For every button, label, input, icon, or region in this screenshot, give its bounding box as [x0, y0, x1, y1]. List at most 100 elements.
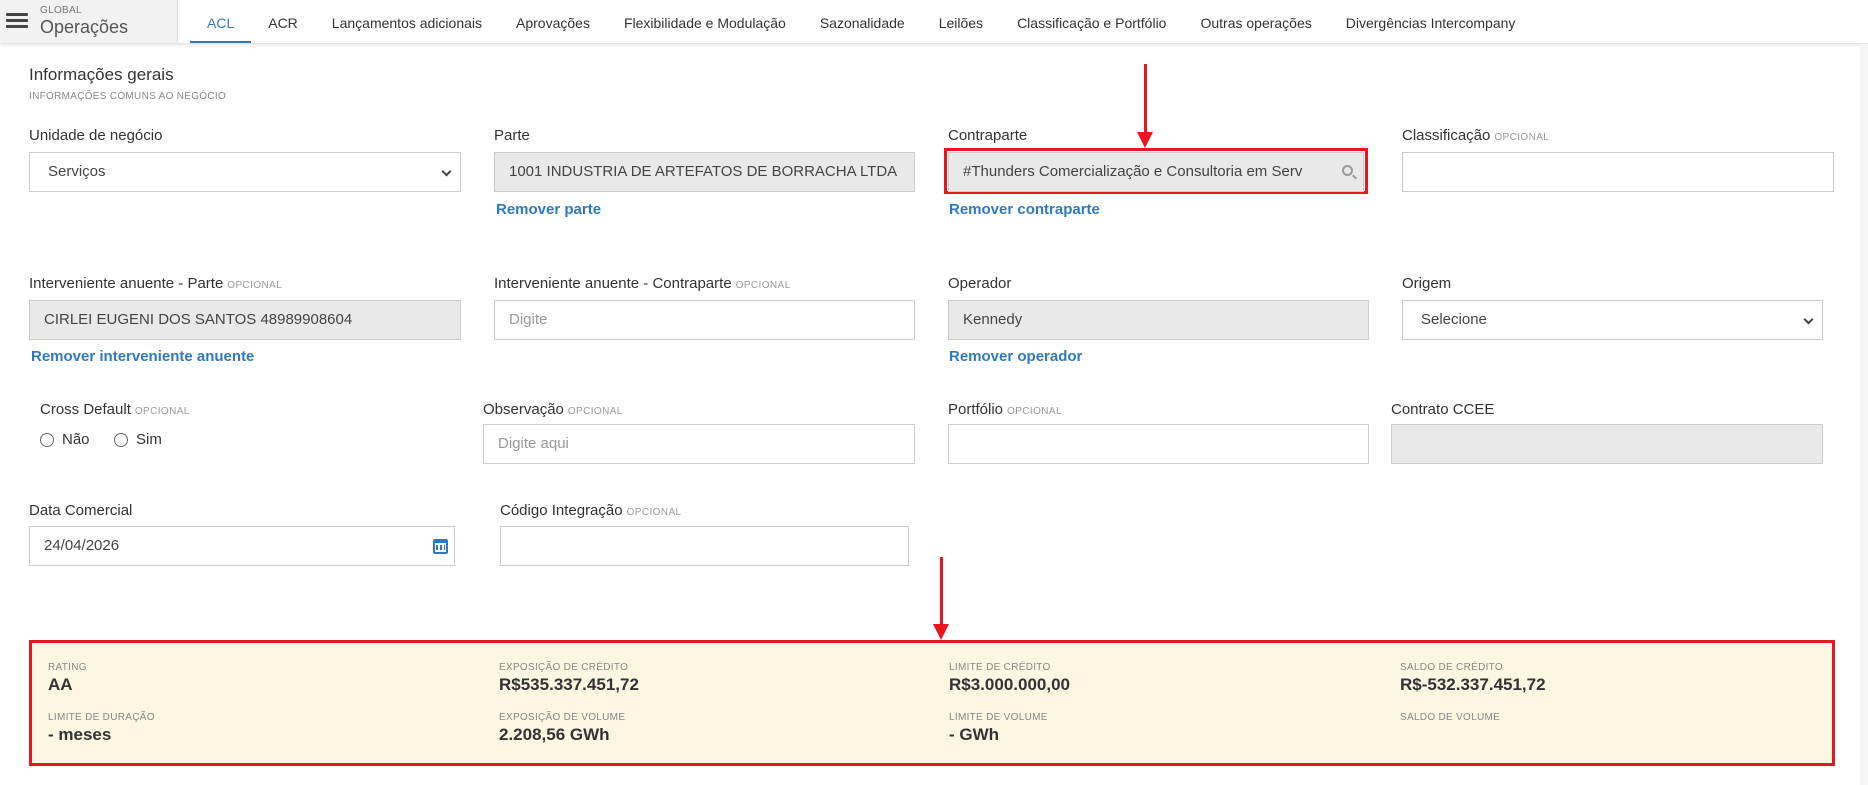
contraparte-value: #Thunders Comercialização e Consultoria … — [963, 163, 1303, 180]
data-comercial-label: Data Comercial — [29, 502, 133, 519]
parte-label: Parte — [494, 127, 530, 144]
limite-credito-label: LIMITE DE CRÉDITO — [949, 662, 1051, 673]
contraparte-label: Contraparte — [948, 127, 1028, 144]
portfolio-label: Portfólio OPCIONAL — [948, 401, 1062, 418]
interv-parte-value: CIRLEI EUGENI DOS SANTOS 48989908604 — [44, 311, 353, 328]
limite-volume-value: - GWh — [949, 725, 1000, 744]
cross-default-no-option[interactable]: Não — [40, 431, 90, 448]
optional-tag: OPCIONAL — [626, 507, 682, 518]
chevron-down-icon — [441, 166, 452, 177]
tab-aprovacoes[interactable]: Aprovações — [499, 0, 607, 43]
rating-label: RATING — [48, 662, 87, 673]
saldo-volume-label: SALDO DE VOLUME — [1400, 712, 1501, 723]
tab-leiloes[interactable]: Leilões — [922, 0, 1000, 43]
limite-volume-item: LIMITE DE VOLUME - GWh — [949, 712, 1048, 745]
exposicao-credito-label: EXPOSIÇÃO DE CRÉDITO — [499, 662, 629, 673]
remover-parte-link[interactable]: Remover parte — [496, 201, 601, 218]
exposicao-volume-item: EXPOSIÇÃO DE VOLUME 2.208,56 GWh — [499, 712, 625, 745]
menu-icon[interactable] — [6, 13, 28, 29]
interv-contraparte-label-text: Interveniente anuente - Contraparte — [494, 275, 732, 292]
saldo-credito-item: SALDO DE CRÉDITO R$-532.337.451,72 — [1400, 662, 1546, 695]
remover-contraparte-link[interactable]: Remover contraparte — [949, 201, 1100, 218]
codigo-integracao-label-text: Código Integração — [500, 502, 623, 519]
origem-select[interactable]: Selecione — [1402, 300, 1823, 340]
codigo-integracao-input[interactable] — [500, 526, 909, 566]
limite-credito-value: R$3.000.000,00 — [949, 675, 1070, 694]
optional-tag: OPCIONAL — [1007, 406, 1062, 417]
interv-contraparte-input[interactable]: Digite — [494, 300, 915, 340]
limite-duracao-label: LIMITE DE DURAÇÃO — [48, 712, 155, 723]
remover-operador-link[interactable]: Remover operador — [949, 348, 1082, 365]
annotation-arrow-credit — [940, 557, 943, 627]
limite-credito-item: LIMITE DE CRÉDITO R$3.000.000,00 — [949, 662, 1070, 695]
credit-summary-panel: RATING AA EXPOSIÇÃO DE CRÉDITO R$535.337… — [29, 640, 1835, 766]
portfolio-input[interactable] — [948, 424, 1369, 464]
top-bar: GLOBAL Operações ACL ACR Lançamentos adi… — [0, 0, 1868, 44]
optional-tag: OPCIONAL — [567, 406, 623, 417]
cross-default-yes-option[interactable]: Sim — [114, 431, 162, 448]
unidade-value: Serviços — [48, 163, 106, 180]
tab-sazonalidade[interactable]: Sazonalidade — [803, 0, 922, 43]
contrato-ccee-label: Contrato CCEE — [1391, 401, 1495, 418]
optional-tag: OPCIONAL — [134, 406, 190, 417]
operador-field: Kennedy — [948, 300, 1369, 340]
tab-flexibilidade-modulacao[interactable]: Flexibilidade e Modulação — [607, 0, 803, 43]
limite-volume-label: LIMITE DE VOLUME — [949, 712, 1048, 723]
tab-bar: ACL ACR Lançamentos adicionais Aprovaçõe… — [190, 0, 1532, 43]
brand-area: GLOBAL Operações — [0, 0, 178, 43]
saldo-credito-value: R$-532.337.451,72 — [1400, 675, 1546, 694]
interv-contraparte-placeholder: Digite — [509, 311, 548, 328]
exposicao-credito-item: EXPOSIÇÃO DE CRÉDITO R$535.337.451,72 — [499, 662, 639, 695]
interv-parte-field: CIRLEI EUGENI DOS SANTOS 48989908604 — [29, 300, 461, 340]
unidade-select[interactable]: Serviços — [29, 152, 461, 192]
data-comercial-input[interactable]: 24/04/2026 — [29, 526, 455, 566]
exposicao-volume-label: EXPOSIÇÃO DE VOLUME — [499, 712, 626, 723]
codigo-integracao-label: Código Integração OPCIONAL — [500, 502, 681, 519]
section-title: Informações gerais — [29, 65, 174, 84]
tab-classificacao-portfolio[interactable]: Classificação e Portfólio — [1000, 0, 1183, 43]
interv-parte-label: Interveniente anuente - Parte OPCIONAL — [29, 275, 282, 292]
exposicao-credito-value: R$535.337.451,72 — [499, 675, 639, 694]
origem-value: Selecione — [1421, 311, 1487, 328]
search-icon — [1342, 165, 1353, 176]
classificacao-label: Classificação OPCIONAL — [1402, 127, 1549, 144]
radio-yes-label: Sim — [136, 431, 162, 448]
observacao-placeholder: Digite aqui — [498, 435, 569, 452]
origem-label: Origem — [1402, 275, 1452, 292]
classificacao-label-text: Classificação — [1402, 127, 1491, 144]
annotation-arrow-contraparte — [1144, 64, 1147, 136]
observacao-label: Observação OPCIONAL — [483, 401, 623, 418]
contraparte-search-button[interactable] — [1333, 153, 1363, 191]
tab-acl[interactable]: ACL — [190, 0, 252, 43]
tab-lancamentos-adicionais[interactable]: Lançamentos adicionais — [315, 0, 499, 43]
tab-divergencias-intercompany[interactable]: Divergências Intercompany — [1329, 0, 1533, 43]
tab-outras-operacoes[interactable]: Outras operações — [1183, 0, 1328, 43]
limite-duracao-item: LIMITE DE DURAÇÃO - meses — [48, 712, 155, 745]
observacao-input[interactable]: Digite aqui — [483, 424, 915, 464]
portfolio-label-text: Portfólio — [948, 401, 1004, 418]
remover-interveniente-link[interactable]: Remover interveniente anuente — [31, 348, 254, 365]
operador-value: Kennedy — [963, 311, 1023, 328]
radio-no-label: Não — [62, 431, 90, 448]
scrollbar[interactable] — [1860, 44, 1868, 785]
limite-duracao-value: - meses — [48, 725, 112, 744]
radio-yes[interactable] — [114, 432, 128, 447]
optional-tag: OPCIONAL — [1494, 132, 1550, 143]
optional-tag: OPCIONAL — [735, 280, 791, 291]
classificacao-input[interactable] — [1402, 152, 1834, 192]
brand-scope: GLOBAL — [40, 5, 82, 16]
contraparte-field: #Thunders Comercialização e Consultoria … — [948, 152, 1364, 192]
interv-parte-label-text: Interveniente anuente - Parte — [29, 275, 224, 292]
tab-acr[interactable]: ACR — [251, 0, 315, 43]
rating-item: RATING AA — [48, 662, 87, 695]
chevron-down-icon — [1803, 314, 1814, 325]
brand-title: Operações — [40, 17, 129, 37]
observacao-label-text: Observação — [483, 401, 564, 418]
calendar-icon[interactable] — [433, 539, 448, 554]
optional-tag: OPCIONAL — [227, 280, 283, 291]
exposicao-volume-value: 2.208,56 GWh — [499, 725, 610, 744]
cross-default-label: Cross Default OPCIONAL — [40, 401, 190, 418]
interv-contraparte-label: Interveniente anuente - Contraparte OPCIO… — [494, 275, 791, 292]
radio-no[interactable] — [40, 432, 54, 447]
parte-field: 1001 INDUSTRIA DE ARTEFATOS DE BORRACHA … — [494, 152, 915, 192]
